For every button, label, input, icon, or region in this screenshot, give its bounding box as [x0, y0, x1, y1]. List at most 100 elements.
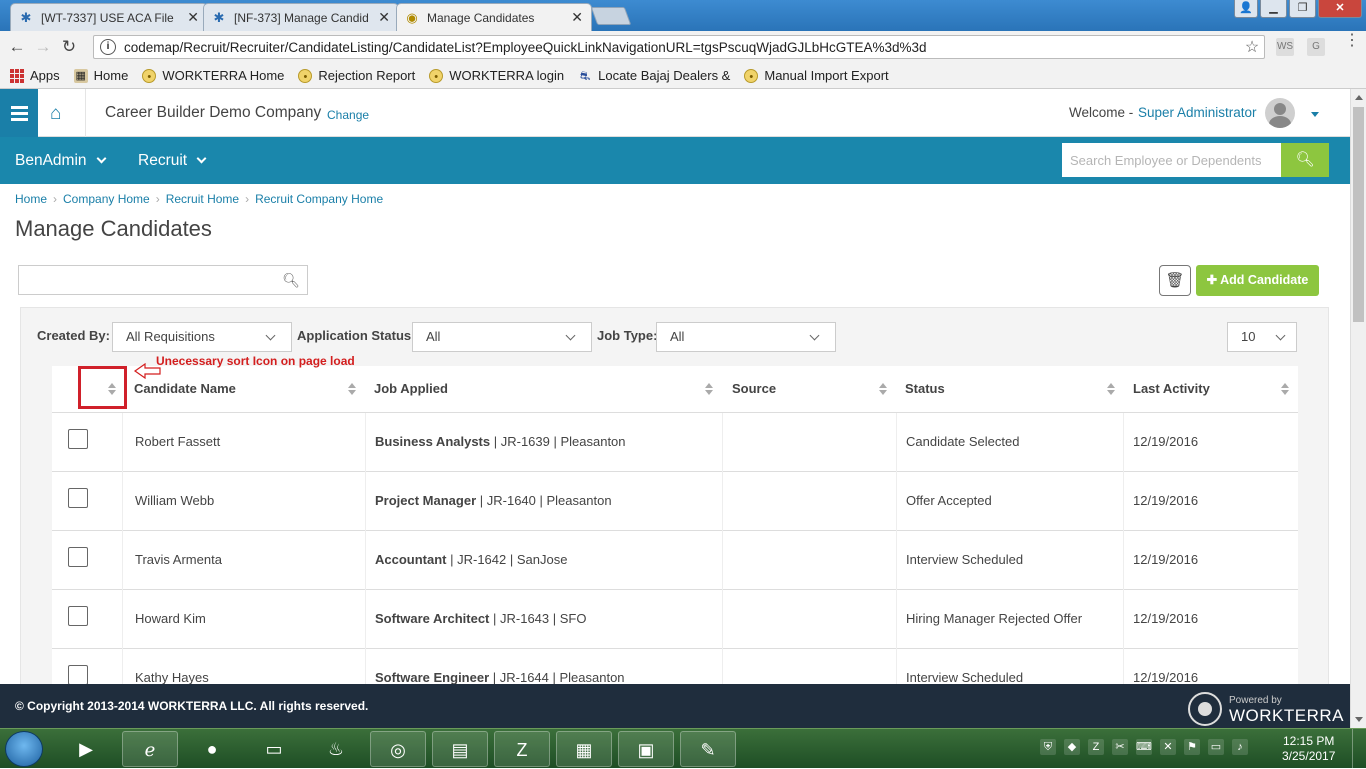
change-company-link[interactable]: Change — [327, 108, 369, 122]
job-title[interactable]: Business Analysts — [375, 434, 490, 449]
candidate-name[interactable]: Robert Fassett — [135, 413, 220, 472]
sort-icon[interactable] — [1107, 383, 1115, 395]
internet-explorer-icon[interactable]: ℯ — [122, 731, 178, 767]
notes-icon[interactable]: ▤ — [432, 731, 488, 767]
column-header-status[interactable]: Status — [905, 366, 945, 413]
extension-icon[interactable]: WS — [1276, 38, 1294, 56]
row-checkbox[interactable] — [68, 429, 88, 449]
browser-menu-icon[interactable]: ⋮ — [1344, 33, 1360, 49]
created-by-select[interactable]: All Requisitions — [112, 322, 292, 352]
keyboard-icon[interactable]: ⌨ — [1136, 739, 1152, 755]
bookmark-rejection-report[interactable]: • Rejection Report — [298, 68, 415, 83]
sort-icon[interactable] — [705, 383, 713, 395]
breadcrumb-home[interactable]: Home — [15, 192, 47, 206]
close-tab-icon[interactable]: ✕ — [378, 9, 390, 26]
row-checkbox[interactable] — [68, 665, 88, 685]
bookmark-apps[interactable]: Apps — [10, 68, 60, 83]
column-header-source[interactable]: Source — [732, 366, 776, 413]
close-tab-icon[interactable]: ✕ — [187, 9, 199, 26]
show-desktop-button[interactable] — [1352, 729, 1366, 769]
zoom-z-icon[interactable]: Z — [494, 731, 550, 767]
address-bar[interactable]: i codemap/Recruit/Recruiter/CandidateLis… — [93, 35, 1265, 59]
row-checkbox[interactable] — [68, 606, 88, 626]
minimize-icon[interactable]: ▁ — [1260, 0, 1287, 18]
maximize-icon[interactable]: ❐ — [1289, 0, 1316, 18]
bookmark-bajaj[interactable]: ⛐ Locate Bajaj Dealers & — [578, 68, 730, 83]
start-button[interactable] — [5, 731, 43, 767]
annotation-highlight-box — [78, 366, 127, 409]
hamburger-menu-icon[interactable] — [0, 89, 38, 137]
breadcrumb-recruit-home[interactable]: Recruit Home — [166, 192, 239, 206]
paint-icon[interactable]: ✎ — [680, 731, 736, 767]
column-header-last-activity[interactable]: Last Activity — [1133, 366, 1210, 413]
zoom-tray-icon[interactable]: Z — [1088, 739, 1104, 755]
column-header-job-applied[interactable]: Job Applied — [374, 366, 448, 413]
page-size-select[interactable]: 10 — [1227, 322, 1297, 352]
nav-recruit[interactable]: Recruit — [138, 137, 207, 184]
extension-icon[interactable]: G — [1307, 38, 1325, 56]
job-title[interactable]: Accountant — [375, 552, 447, 567]
search-icon[interactable]: 🔍︎ — [282, 272, 300, 289]
reload-icon[interactable]: ↻ — [56, 37, 82, 57]
clock[interactable]: 12:15 PM 3/25/2017 — [1282, 734, 1335, 764]
job-type-select[interactable]: All — [656, 322, 836, 352]
media-player-icon[interactable]: ▶ — [60, 731, 112, 767]
row-checkbox[interactable] — [68, 547, 88, 567]
forward-icon[interactable]: → — [30, 37, 56, 57]
bookmark-star-icon[interactable]: ☆ — [1240, 37, 1264, 57]
scroll-down-icon[interactable] — [1355, 717, 1363, 722]
bookmark-workterra-home[interactable]: • WORKTERRA Home — [142, 68, 284, 83]
notepad-icon[interactable]: ▭ — [246, 731, 302, 767]
shield-icon[interactable]: ⛨ — [1040, 739, 1056, 755]
candidate-search-input[interactable]: 🔍︎ — [18, 265, 308, 295]
close-tab-icon[interactable]: ✕ — [571, 9, 583, 26]
job-title[interactable]: Project Manager — [375, 493, 476, 508]
chevron-down-icon[interactable] — [1311, 112, 1319, 117]
sort-icon[interactable] — [879, 383, 887, 395]
network-icon[interactable]: ▭ — [1208, 739, 1224, 755]
tool-icon[interactable]: ✂ — [1112, 739, 1128, 755]
nav-benadmin[interactable]: BenAdmin — [15, 137, 106, 184]
vertical-scrollbar[interactable] — [1350, 89, 1366, 728]
close-tray-icon[interactable]: ✕ — [1160, 739, 1176, 755]
sort-icon[interactable] — [348, 383, 356, 395]
chrome-icon[interactable]: ◎ — [370, 731, 426, 767]
bookmark-manual-import[interactable]: • Manual Import Export — [744, 68, 889, 83]
new-tab-button[interactable] — [590, 7, 632, 25]
home-icon[interactable]: ⌂ — [50, 103, 61, 125]
browser-tab-2[interactable]: ✱ [NF-373] Manage Candid ✕ — [203, 3, 399, 31]
file-explorer-icon[interactable]: ▣ — [618, 731, 674, 767]
scrollbar-thumb[interactable] — [1353, 107, 1364, 322]
job-title[interactable]: Software Engineer — [375, 670, 489, 685]
browser-tab-active[interactable]: ◉ Manage Candidates ✕ — [396, 3, 592, 31]
employee-search-input[interactable] — [1062, 143, 1282, 177]
flame-app-icon[interactable]: ♨ — [308, 731, 364, 767]
avatar[interactable] — [1265, 98, 1295, 128]
flag-icon[interactable]: ⚑ — [1184, 739, 1200, 755]
scroll-up-icon[interactable] — [1355, 95, 1363, 100]
info-icon[interactable]: i — [100, 39, 116, 55]
browser-tab-1[interactable]: ✱ [WT-7337] USE ACA File ✕ — [10, 3, 208, 31]
breadcrumb-recruit-company-home[interactable]: Recruit Company Home — [255, 192, 383, 206]
job-title[interactable]: Software Architect — [375, 611, 489, 626]
security-icon[interactable]: ◆ — [1064, 739, 1080, 755]
bookmark-home[interactable]: ▦ Home — [73, 68, 128, 83]
back-icon[interactable]: ← — [4, 37, 30, 57]
user-name-link[interactable]: Super Administrator — [1138, 105, 1257, 120]
bookmark-workterra-login[interactable]: • WORKTERRA login — [429, 68, 564, 83]
delete-button[interactable]: 🗑 — [1159, 265, 1191, 296]
add-candidate-button[interactable]: ✚ Add Candidate — [1196, 265, 1319, 296]
breadcrumb-company-home[interactable]: Company Home — [63, 192, 150, 206]
candidate-name[interactable]: William Webb — [135, 472, 214, 531]
firefox-icon[interactable]: ● — [184, 731, 240, 767]
user-icon[interactable]: 👤 — [1234, 0, 1258, 18]
candidate-name[interactable]: Howard Kim — [135, 590, 206, 649]
spreadsheet-icon[interactable]: ▦ — [556, 731, 612, 767]
volume-icon[interactable]: ♪ — [1232, 739, 1248, 755]
application-status-select[interactable]: All — [412, 322, 592, 352]
sort-icon[interactable] — [1281, 383, 1289, 395]
row-checkbox[interactable] — [68, 488, 88, 508]
search-button[interactable]: 🔍︎ — [1281, 143, 1329, 177]
candidate-name[interactable]: Travis Armenta — [135, 531, 222, 590]
close-window-icon[interactable]: ✕ — [1318, 0, 1362, 18]
